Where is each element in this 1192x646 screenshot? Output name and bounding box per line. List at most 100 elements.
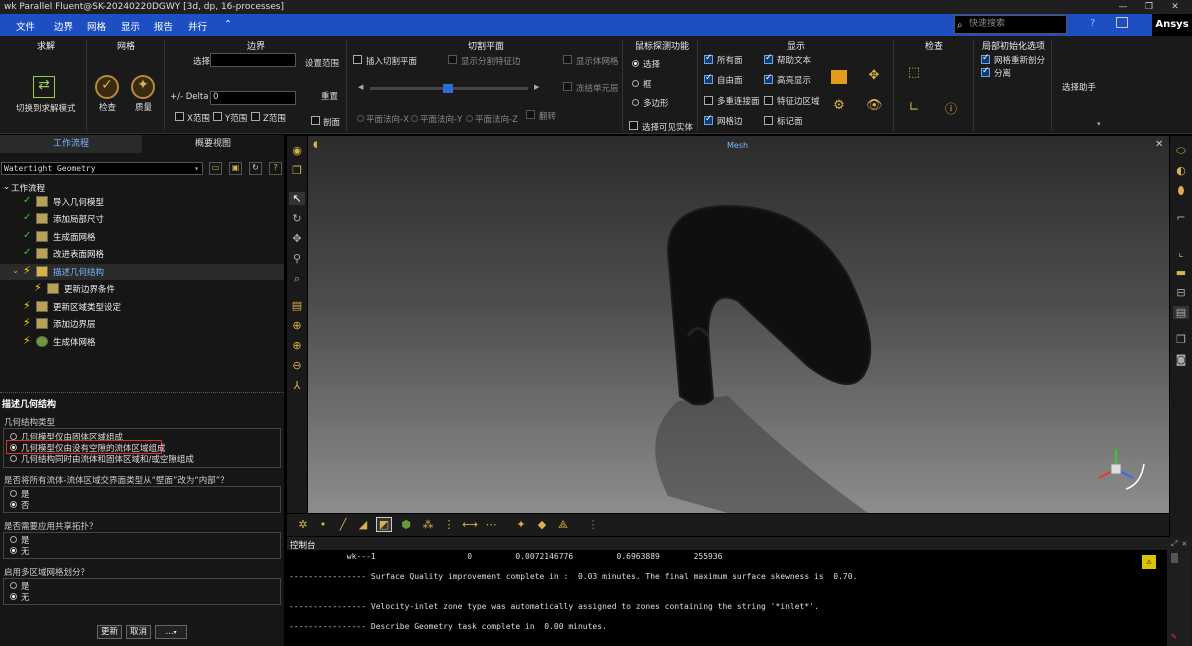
- notes-icon[interactable]: ▤: [1173, 306, 1189, 319]
- surface-icon[interactable]: ⬮: [1173, 184, 1189, 198]
- tree-collapse-icon[interactable]: ⌄: [3, 182, 10, 192]
- menu-report[interactable]: 报告: [154, 19, 173, 33]
- more-options-button[interactable]: ...▾: [155, 625, 187, 639]
- delta-input[interactable]: 0: [210, 91, 296, 105]
- cancel-button[interactable]: 取消: [126, 625, 151, 639]
- z-range-checkbox[interactable]: [251, 112, 260, 121]
- menu-file[interactable]: 文件: [16, 19, 35, 33]
- label-icon[interactable]: ◆: [534, 518, 550, 531]
- console-scrollbar[interactable]: [1171, 553, 1178, 563]
- quick-search-input[interactable]: ⌕ 快速搜索: [954, 15, 1067, 34]
- markers-checkbox[interactable]: [764, 116, 773, 125]
- plane-y-radio[interactable]: [411, 115, 418, 122]
- document-icon[interactable]: ❒: [1173, 333, 1189, 346]
- face-select-icon[interactable]: ◩: [376, 517, 392, 532]
- folder-icon[interactable]: [831, 70, 847, 84]
- freeze-layers-checkbox[interactable]: [563, 82, 572, 91]
- remesh-checkbox[interactable]: [981, 53, 990, 64]
- probe-polygon-radio[interactable]: [632, 99, 639, 106]
- boundary-select-input[interactable]: [210, 53, 296, 67]
- cylinder-icon[interactable]: ⬭: [1173, 144, 1189, 158]
- section-checkbox[interactable]: [311, 116, 320, 125]
- angle-icon[interactable]: ∟: [906, 100, 922, 115]
- task-boundary-layer[interactable]: 添加边界层: [53, 318, 96, 330]
- pointer-icon[interactable]: ↖: [289, 192, 305, 205]
- q1-yes-radio[interactable]: [10, 490, 17, 497]
- move-icon[interactable]: ✥: [866, 68, 882, 83]
- sphere-icon[interactable]: ◐: [1173, 164, 1189, 177]
- probe-icon[interactable]: ✦: [513, 518, 529, 531]
- mesh-quality-button[interactable]: 质量: [135, 101, 152, 113]
- fit-icon[interactable]: ⊕: [289, 319, 305, 332]
- rotate-icon[interactable]: ↻: [289, 212, 305, 225]
- maximize-button[interactable]: ❐: [1138, 0, 1160, 14]
- plane-z-radio[interactable]: [466, 115, 473, 122]
- slider-left-icon[interactable]: ◀: [358, 83, 363, 91]
- tree-root[interactable]: 工作流程: [11, 182, 45, 194]
- console-panel[interactable]: 控制台 ⤢ ✕ wk---1 0 0.0072146776 0.6963889 …: [287, 537, 1191, 646]
- mesh-edges-checkbox[interactable]: [704, 114, 713, 125]
- ribbon-expand-icon[interactable]: ▾: [1097, 120, 1101, 128]
- menu-boundary[interactable]: 边界: [54, 19, 73, 33]
- select-filter-icon[interactable]: ✲: [295, 518, 311, 531]
- eye-icon[interactable]: 👁: [866, 98, 883, 113]
- geom-option-solid-radio[interactable]: [10, 433, 17, 440]
- probe-box-radio[interactable]: [632, 80, 639, 87]
- menu-display[interactable]: 显示: [121, 19, 140, 33]
- reset-button[interactable]: 重置: [321, 90, 338, 102]
- image-icon[interactable]: ▤: [289, 299, 305, 312]
- warning-icon[interactable]: ⚠: [1142, 555, 1156, 569]
- zone-icon[interactable]: ⁂: [420, 518, 436, 531]
- tab-workflow[interactable]: 工作流程: [0, 135, 142, 153]
- task-update-region[interactable]: 更新区域类型设定: [53, 301, 121, 313]
- plane-x-radio[interactable]: [357, 115, 364, 122]
- zoom-icon[interactable]: ⚲: [289, 252, 305, 265]
- feature-edges-checkbox[interactable]: [764, 96, 773, 105]
- camera-icon[interactable]: ◙: [1173, 353, 1189, 366]
- q3-none-radio[interactable]: [10, 593, 17, 600]
- toolbar-grip-icon[interactable]: ⋮: [585, 518, 601, 531]
- zoom-in-icon[interactable]: ⊕: [289, 339, 305, 352]
- free-faces-checkbox[interactable]: [704, 73, 713, 84]
- error-indicator-icon[interactable]: ✎: [1171, 632, 1176, 642]
- task-improve-surface-mesh[interactable]: 改进表面网格: [53, 248, 104, 260]
- multi-faces-checkbox[interactable]: [704, 96, 713, 105]
- help-text-checkbox[interactable]: [764, 53, 773, 64]
- ruler-icon[interactable]: ▬: [1173, 266, 1189, 279]
- save-workflow-icon[interactable]: ▣: [229, 162, 242, 175]
- x-range-checkbox[interactable]: [175, 112, 184, 121]
- switch-solution-icon[interactable]: ⇄: [33, 76, 55, 98]
- line-icon[interactable]: ╱: [335, 518, 351, 531]
- close-window-button[interactable]: ✕: [1164, 0, 1186, 14]
- collapse-ribbon-icon[interactable]: ⌃: [224, 19, 232, 30]
- mesh-check-button[interactable]: 检查: [99, 101, 116, 113]
- graphics-viewport[interactable]: ◖ Mesh ✕: [308, 136, 1169, 513]
- node-icon[interactable]: ⋯: [483, 518, 499, 531]
- probe-select-radio[interactable]: [632, 60, 639, 67]
- q2-none-radio[interactable]: [10, 547, 17, 554]
- body-icon[interactable]: ⬢: [398, 518, 414, 531]
- task-import-geometry[interactable]: 导入几何模型: [53, 196, 104, 208]
- update-button[interactable]: 更新: [97, 625, 122, 639]
- menu-mesh[interactable]: 网格: [87, 19, 106, 33]
- pan-icon[interactable]: ✥: [289, 232, 305, 245]
- help-icon[interactable]: ?: [1090, 18, 1095, 29]
- axes-icon[interactable]: ⅄: [289, 379, 305, 392]
- selection-assistant-button[interactable]: 选择助手: [1062, 81, 1096, 93]
- help-workflow-icon[interactable]: ?: [269, 162, 282, 175]
- mesh-check-icon[interactable]: ✓: [95, 75, 119, 99]
- q2-yes-radio[interactable]: [10, 536, 17, 543]
- all-faces-checkbox[interactable]: [704, 53, 713, 64]
- tab-outline[interactable]: 概要视图: [142, 135, 284, 153]
- chip-icon[interactable]: ⚙: [831, 98, 847, 113]
- point-icon[interactable]: •: [315, 518, 331, 531]
- properties-icon[interactable]: ⊟: [1173, 286, 1189, 299]
- show-edges-checkbox[interactable]: [448, 55, 457, 64]
- info-icon[interactable]: ⓘ: [943, 100, 959, 117]
- flip-checkbox[interactable]: [526, 110, 535, 119]
- zoom-box-icon[interactable]: ⌕: [289, 272, 305, 286]
- layout-icon[interactable]: [1116, 17, 1128, 28]
- highlight-checkbox[interactable]: [764, 73, 773, 84]
- mesh-quality-icon[interactable]: ✦: [131, 75, 155, 99]
- open-workflow-icon[interactable]: ▭: [209, 162, 222, 175]
